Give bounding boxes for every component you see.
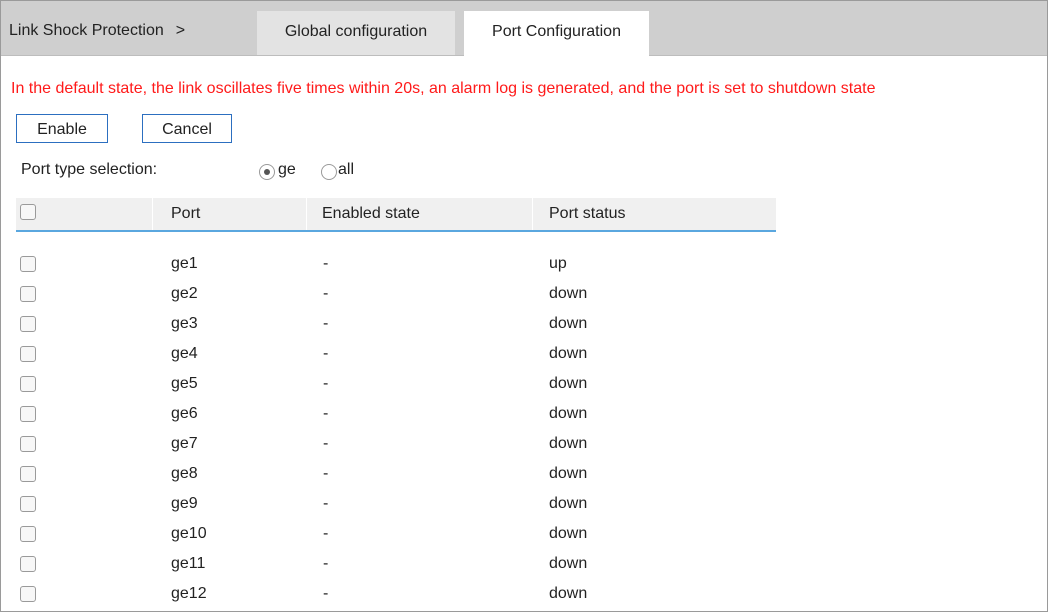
table-row: ge7 - down xyxy=(1,429,801,459)
status-cell: down xyxy=(549,525,588,542)
row-checkbox[interactable] xyxy=(20,436,36,452)
enabled-cell: - xyxy=(323,285,329,302)
radio-all[interactable] xyxy=(321,164,337,180)
port-cell: ge5 xyxy=(171,375,198,392)
table-header: Port Enabled state Port status xyxy=(16,198,776,232)
enabled-cell: - xyxy=(323,525,329,542)
enabled-cell: - xyxy=(323,255,329,272)
enabled-cell: - xyxy=(323,585,329,602)
status-cell: down xyxy=(549,375,588,392)
breadcrumb-label: Link Shock Protection xyxy=(9,22,164,39)
table-row: ge12 - down xyxy=(1,579,801,609)
port-cell: ge6 xyxy=(171,405,198,422)
row-checkbox[interactable] xyxy=(20,406,36,422)
status-cell: down xyxy=(549,495,588,512)
table-row: ge5 - down xyxy=(1,369,801,399)
header-divider xyxy=(152,198,153,230)
table-row: ge2 - down xyxy=(1,279,801,309)
radio-ge[interactable] xyxy=(259,164,275,180)
table-row: ge6 - down xyxy=(1,399,801,429)
port-cell: ge9 xyxy=(171,495,198,512)
row-checkbox[interactable] xyxy=(20,586,36,602)
default-state-notice: In the default state, the link oscillate… xyxy=(11,80,876,97)
row-checkbox[interactable] xyxy=(20,346,36,362)
port-cell: ge2 xyxy=(171,285,198,302)
select-all-checkbox[interactable] xyxy=(20,204,36,220)
header-divider xyxy=(306,198,307,230)
port-cell: ge3 xyxy=(171,315,198,332)
row-checkbox[interactable] xyxy=(20,526,36,542)
port-cell: ge8 xyxy=(171,465,198,482)
tab-port-configuration[interactable]: Port Configuration xyxy=(464,11,649,57)
enabled-cell: - xyxy=(323,555,329,572)
cancel-button[interactable]: Cancel xyxy=(142,114,232,143)
port-type-label: Port type selection: xyxy=(21,161,158,178)
row-checkbox[interactable] xyxy=(20,466,36,482)
port-cell: ge10 xyxy=(171,525,207,542)
enabled-cell: - xyxy=(323,465,329,482)
port-cell: ge1 xyxy=(171,255,198,272)
status-cell: down xyxy=(549,435,588,452)
row-checkbox[interactable] xyxy=(20,256,36,272)
port-cell: ge7 xyxy=(171,435,198,452)
enabled-cell: - xyxy=(323,315,329,332)
row-checkbox[interactable] xyxy=(20,286,36,302)
status-cell: up xyxy=(549,255,567,272)
header-divider xyxy=(532,198,533,230)
enabled-cell: - xyxy=(323,435,329,452)
enable-button[interactable]: Enable xyxy=(16,114,108,143)
status-cell: down xyxy=(549,315,588,332)
enabled-cell: - xyxy=(323,375,329,392)
tab-global-configuration[interactable]: Global configuration xyxy=(257,11,455,55)
row-checkbox[interactable] xyxy=(20,556,36,572)
table-row: ge4 - down xyxy=(1,339,801,369)
row-checkbox[interactable] xyxy=(20,496,36,512)
status-cell: down xyxy=(549,285,588,302)
port-cell: ge4 xyxy=(171,345,198,362)
header-port-status: Port status xyxy=(549,205,626,222)
table-row: ge1 - up xyxy=(1,249,801,279)
enabled-cell: - xyxy=(323,345,329,362)
breadcrumb-separator: > xyxy=(175,22,186,39)
radio-ge-label: ge xyxy=(278,161,296,178)
table-row: ge10 - down xyxy=(1,519,801,549)
port-cell: ge11 xyxy=(171,555,206,572)
tab-bar: Link Shock Protection > Global configurat… xyxy=(1,1,1047,57)
table-row: ge8 - down xyxy=(1,459,801,489)
header-enabled-state: Enabled state xyxy=(322,205,420,222)
radio-all-label: all xyxy=(338,161,355,178)
row-checkbox[interactable] xyxy=(20,376,36,392)
port-cell: ge12 xyxy=(171,585,207,602)
status-cell: down xyxy=(549,585,588,602)
enabled-cell: - xyxy=(323,405,329,422)
status-cell: down xyxy=(549,465,588,482)
row-checkbox[interactable] xyxy=(20,316,36,332)
status-cell: down xyxy=(549,555,588,572)
page-frame: Link Shock Protection > Global configurat… xyxy=(0,0,1048,612)
status-cell: down xyxy=(549,345,588,362)
table-row: ge11 - down xyxy=(1,549,801,579)
header-port: Port xyxy=(171,205,201,222)
breadcrumb: Link Shock Protection > xyxy=(9,11,185,55)
enabled-cell: - xyxy=(323,495,329,512)
table-row: ge3 - down xyxy=(1,309,801,339)
status-cell: down xyxy=(549,405,588,422)
table-row: ge9 - down xyxy=(1,489,801,519)
